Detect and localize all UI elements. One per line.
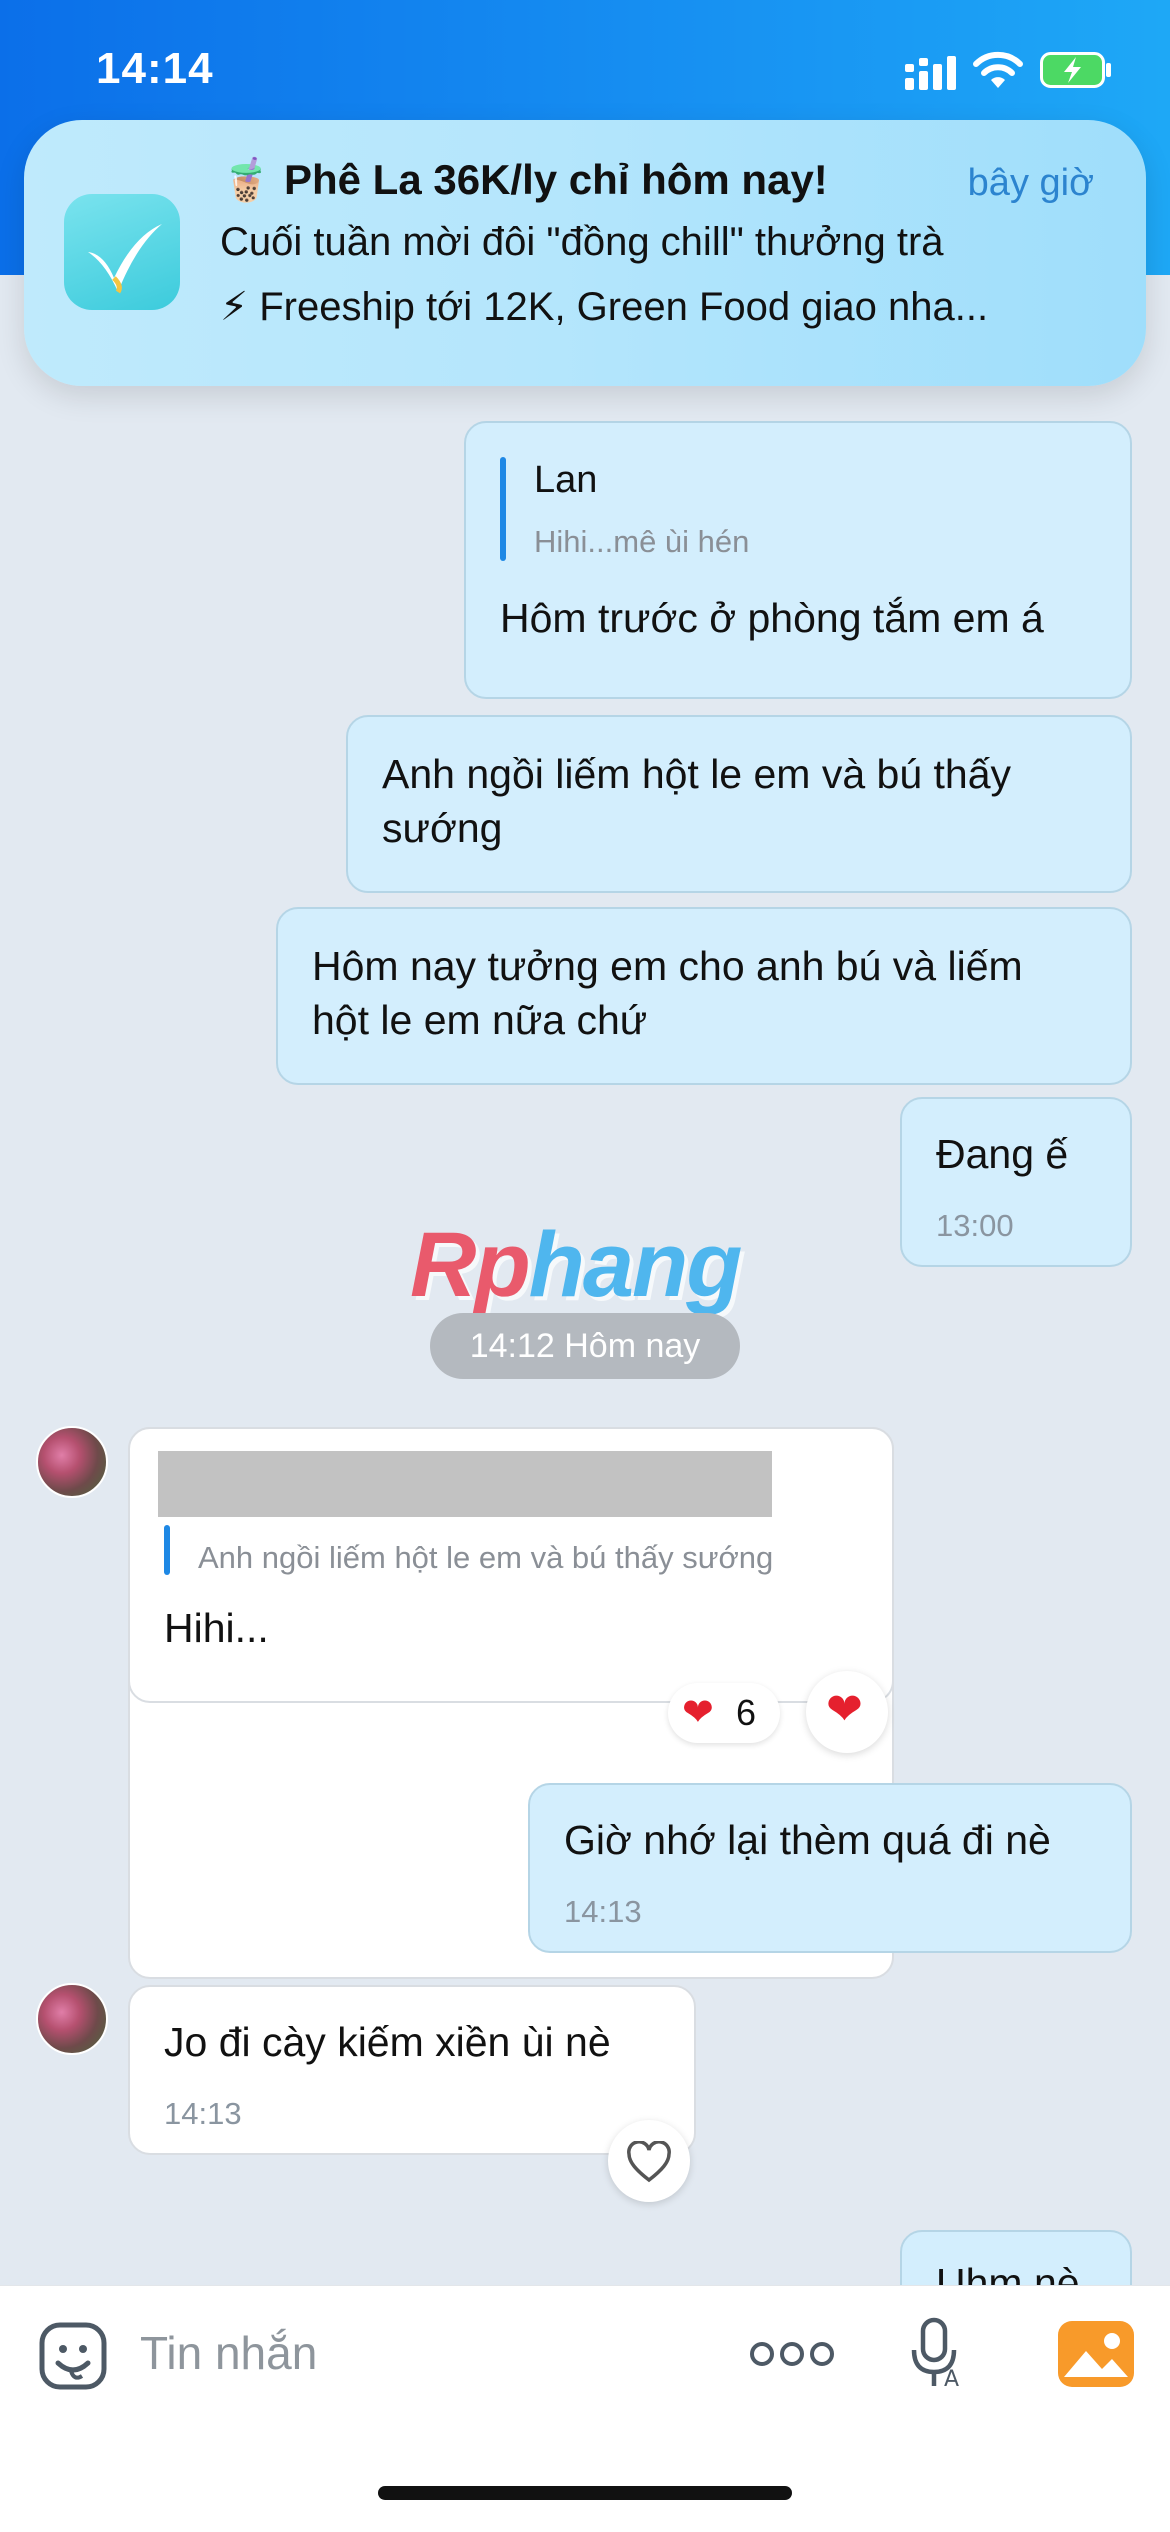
react-button[interactable]: ❤ — [806, 1671, 888, 1753]
message-bubble[interactable]: Giờ nhớ lại thèm quá đi nè 14:13 — [528, 1783, 1132, 1953]
notification-title: 🧋 Phê La 36K/ly chỉ hôm nay! — [220, 156, 828, 203]
message-time: 14:13 — [164, 2096, 242, 2131]
quoted-text: Anh ngồi liếm hột le em và bú thấy sướng — [198, 1540, 774, 1575]
wifi-icon — [973, 51, 1023, 88]
avatar[interactable] — [36, 1426, 108, 1498]
notification-body-line: Cuối tuần mời đôi "đồng chill" thưởng tr… — [220, 220, 944, 264]
push-notification[interactable]: 🧋 Phê La 36K/ly chỉ hôm nay! bây giờ Cuố… — [24, 120, 1146, 386]
message-text: Hôm nay tưởng em cho anh bú và liếm hột … — [312, 943, 1023, 1043]
more-options-icon[interactable] — [750, 2339, 834, 2369]
message-time: 14:13 — [564, 1894, 642, 1929]
message-text: Hôm trước ở phòng tắm em á — [500, 595, 1044, 641]
sticker-icon[interactable] — [38, 2321, 108, 2391]
checkmark-logo-icon — [88, 224, 162, 294]
message-bubble[interactable]: Lan Hihi...mê ùi hén Hôm trước ở phòng t… — [464, 421, 1132, 699]
app-icon — [64, 194, 180, 310]
quote-bar — [500, 457, 506, 561]
message-bubble-incoming[interactable]: Jo đi cày kiếm xiền ùi nè 14:13 — [128, 1985, 696, 2155]
avatar[interactable] — [36, 1983, 108, 2055]
heart-outline-icon — [627, 2141, 671, 2183]
status-bar: 14:14 — [0, 0, 1170, 140]
date-divider: 14:12 Hôm nay — [430, 1313, 740, 1379]
message-text: Giờ nhớ lại thèm quá đi nè — [564, 1817, 1051, 1863]
home-indicator — [378, 2486, 792, 2500]
status-time: 14:14 — [96, 44, 214, 93]
quoted-sender: Lan — [534, 459, 598, 501]
message-bubble[interactable]: Uhm nè — [900, 2230, 1132, 2285]
message-bubble[interactable]: Hôm nay tưởng em cho anh bú và liếm hột … — [276, 907, 1132, 1085]
reaction-summary[interactable]: ❤ 6 — [668, 1683, 780, 1743]
watermark-logo: Rphang — [410, 1214, 742, 1316]
bubble-tea-icon: 🧋 — [220, 156, 273, 203]
message-list[interactable]: Lan Hihi...mê ùi hén Hôm trước ở phòng t… — [0, 275, 1170, 2285]
message-text: Uhm nè — [936, 2260, 1080, 2285]
notification-time: bây giờ — [967, 162, 1094, 204]
message-text: Đang ế — [936, 1131, 1069, 1177]
svg-text:A: A — [944, 2367, 959, 2392]
heart-icon: ❤ — [826, 1685, 863, 1734]
react-button[interactable] — [608, 2120, 690, 2202]
message-bubble[interactable]: Đang ế 13:00 — [900, 1097, 1132, 1267]
heart-icon: ❤ — [682, 1692, 714, 1734]
message-bubble[interactable]: Anh ngồi liếm hột le em và bú thấy sướng — [346, 715, 1132, 893]
photo-gallery-icon[interactable] — [1058, 2321, 1134, 2387]
quote-bar — [164, 1525, 170, 1575]
message-text: Anh ngồi liếm hột le em và bú thấy sướng — [382, 751, 1012, 851]
cellular-signal-icon — [905, 56, 956, 90]
message-time: 13:00 — [936, 1208, 1014, 1243]
message-bubble-incoming[interactable]: Anh ngồi liếm hột le em và bú thấy sướng… — [128, 1427, 894, 1703]
quoted-text: Hihi...mê ùi hén — [534, 524, 750, 559]
message-text: Jo đi cày kiếm xiền ùi nè — [164, 2019, 611, 2065]
redacted-sender — [158, 1451, 772, 1517]
notification-body-line: ⚡ Freeship tới 12K, Green Food giao nha.… — [220, 285, 989, 329]
reaction-count: 6 — [736, 1692, 757, 1733]
message-text: Hihi... — [164, 1605, 269, 1651]
battery-charging-icon — [1040, 52, 1111, 88]
voice-input-icon[interactable]: A — [906, 2314, 966, 2394]
message-input[interactable]: Tin nhắn — [140, 2326, 317, 2380]
